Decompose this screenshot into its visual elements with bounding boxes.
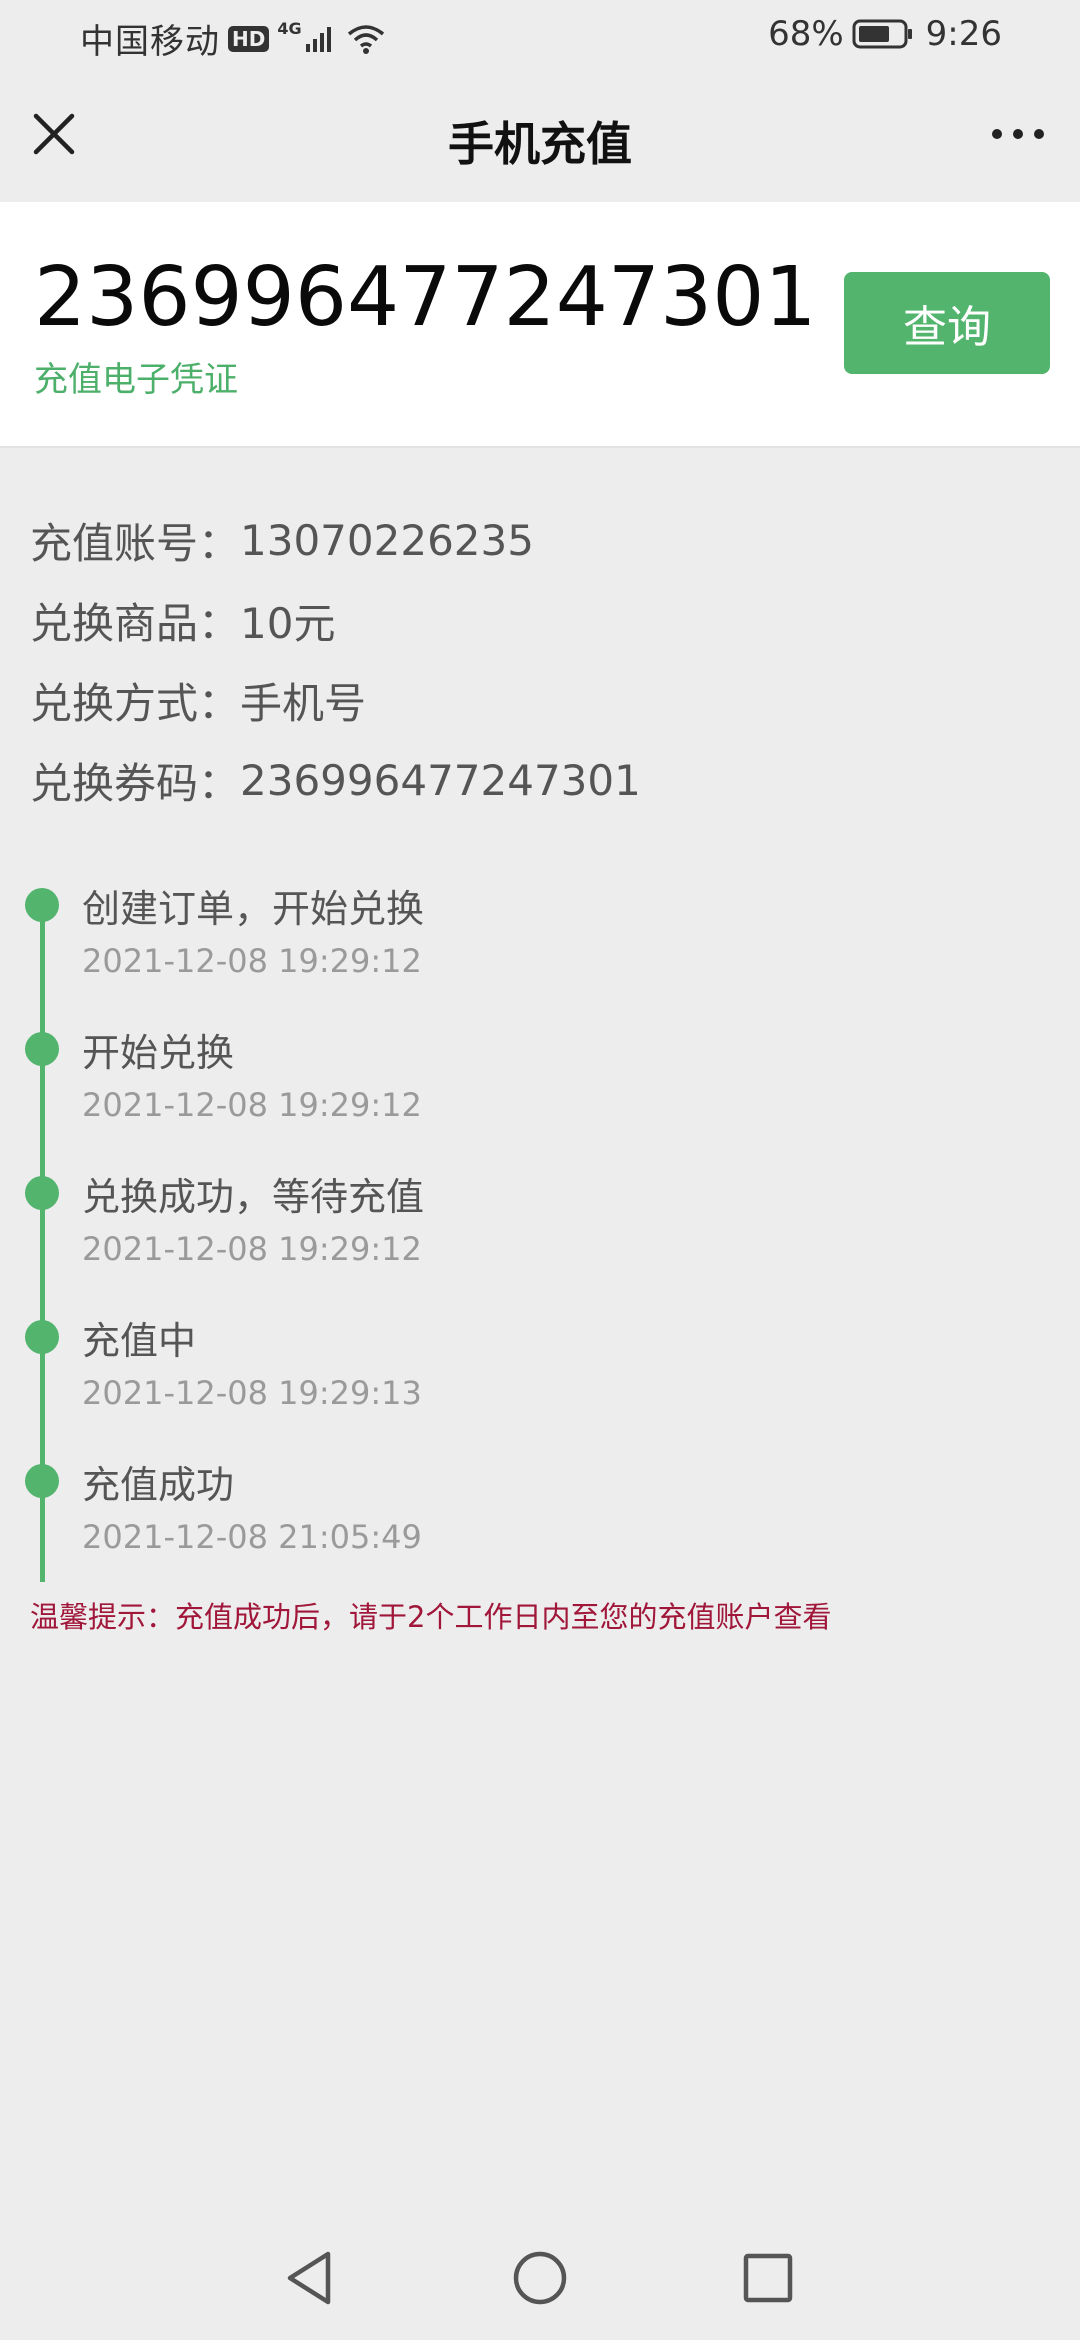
info-label: 兑换方式： (30, 678, 241, 728)
timeline-title: 兑换成功，等待充值 (82, 1175, 425, 1219)
back-triangle-icon[interactable] (278, 2246, 342, 2310)
signal-icon (305, 26, 331, 52)
info-row-account: 充值账号： 13070226235 (30, 500, 641, 580)
hd-badge: HD (228, 25, 270, 52)
timeline-dot-icon (25, 1464, 59, 1498)
page-title: 手机充值 (448, 117, 632, 171)
timeline-title: 充值中 (82, 1319, 197, 1363)
voucher-card: 236996477247301 充值电子凭证 查询 (0, 202, 1080, 448)
nav-bar: 手机充值 (0, 72, 1080, 202)
timeline-title: 开始兑换 (82, 1031, 235, 1075)
timeline-title: 创建订单，开始兑换 (82, 887, 425, 931)
timeline-time: 2021-12-08 19:29:12 (82, 942, 422, 980)
voucher-subtitle: 充值电子凭证 (34, 360, 238, 400)
battery-percent: 68% (768, 14, 844, 54)
system-nav-bar (0, 2210, 1080, 2340)
timeline-title: 充值成功 (82, 1463, 235, 1507)
recents-square-icon[interactable] (736, 2246, 800, 2310)
voucher-code: 236996477247301 (34, 250, 817, 345)
timeline-time: 2021-12-08 21:05:49 (82, 1518, 422, 1556)
wifi-icon (347, 24, 384, 54)
info-value: 10元 (240, 598, 336, 648)
info-row-method: 兑换方式： 手机号 (30, 660, 641, 740)
status-left: 中国移动 HD 4G (80, 14, 386, 63)
more-icon[interactable] (990, 122, 1046, 146)
home-circle-icon[interactable] (508, 2246, 572, 2310)
info-label: 充值账号： (30, 518, 241, 568)
timeline-time: 2021-12-08 19:29:12 (82, 1230, 422, 1268)
timeline-dot-icon (25, 1032, 59, 1066)
query-button[interactable]: 查询 (844, 272, 1050, 374)
warm-tip: 温馨提示：充值成功后，请于2个工作日内至您的充值账户查看 (30, 1600, 832, 1634)
timeline-time: 2021-12-08 19:29:12 (82, 1086, 422, 1124)
info-row-product: 兑换商品： 10元 (30, 580, 641, 660)
order-info-list: 充值账号： 13070226235 兑换商品： 10元 兑换方式： 手机号 兑换… (30, 500, 641, 820)
status-right: 68% 9:26 (768, 14, 1002, 54)
timeline-dot-icon (25, 1176, 59, 1210)
info-value: 13070226235 (240, 515, 534, 565)
timeline-dot-icon (25, 888, 59, 922)
info-label: 兑换商品： (30, 598, 241, 648)
clock: 9:26 (925, 14, 1002, 54)
status-bar: 中国移动 HD 4G 68% 9:26 (0, 0, 1080, 72)
info-value: 手机号 (240, 678, 367, 728)
carrier-name: 中国移动 (80, 22, 220, 62)
info-label: 兑换券码： (30, 758, 241, 808)
battery-icon (852, 19, 912, 49)
timeline-dot-icon (25, 1320, 59, 1354)
network-type: 4G (277, 19, 302, 38)
timeline-time: 2021-12-08 19:29:13 (82, 1374, 422, 1412)
info-value: 236996477247301 (240, 755, 641, 805)
info-row-code: 兑换券码： 236996477247301 (30, 740, 641, 820)
